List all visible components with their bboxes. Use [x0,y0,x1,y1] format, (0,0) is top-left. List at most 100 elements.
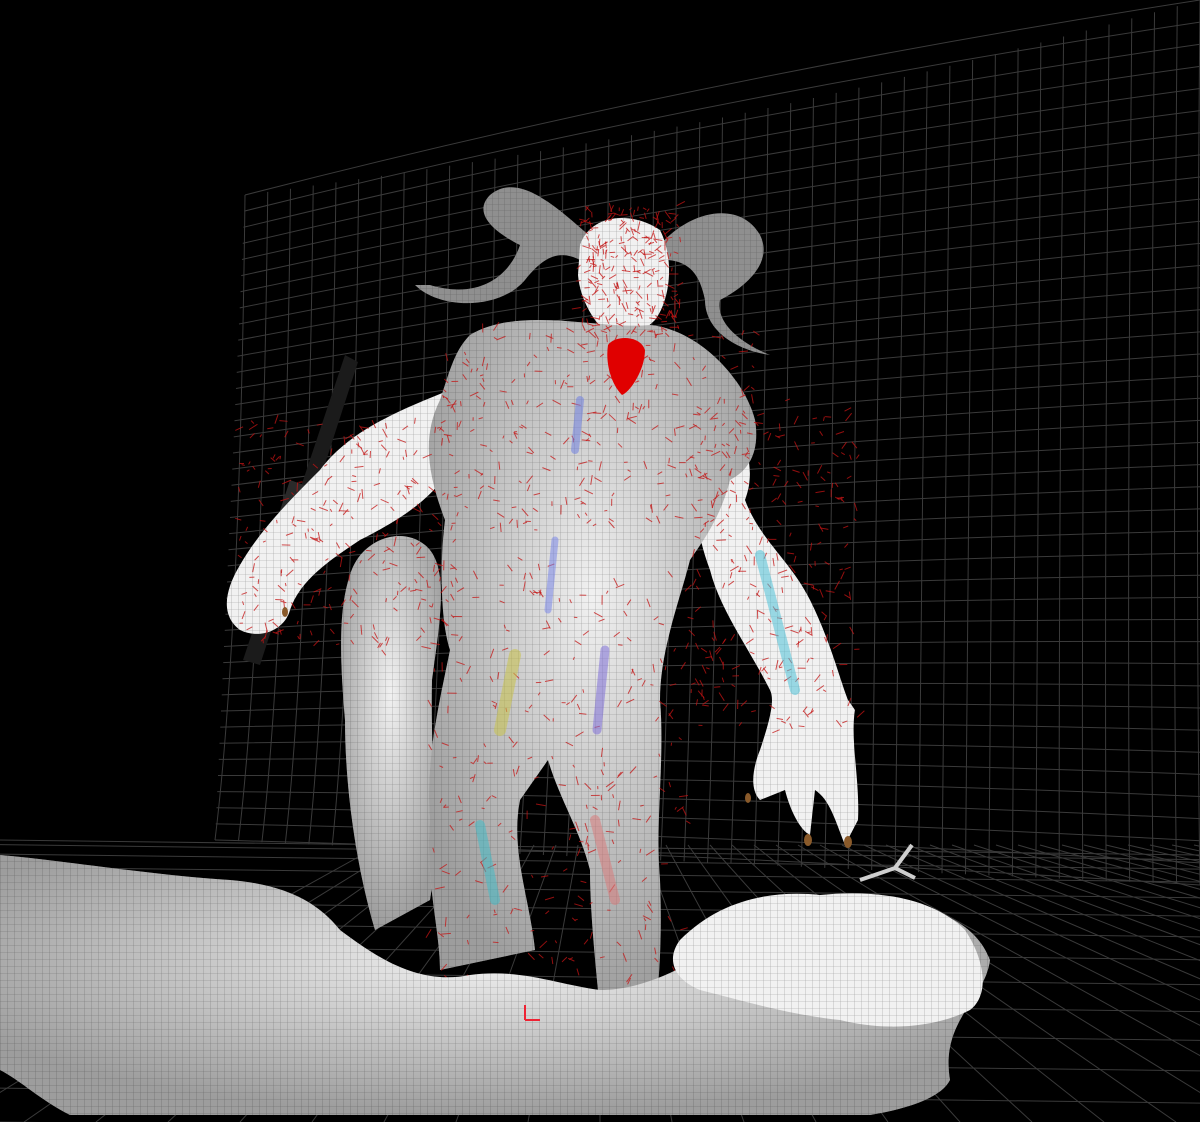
hair-fiber [538,953,544,959]
hair-fiber [664,666,667,671]
hair-fiber [528,332,531,340]
hair-fiber [339,557,343,568]
hair-fiber [527,952,535,961]
hair-fiber [621,209,625,215]
hair-fiber [819,588,824,598]
hair-fiber [673,648,677,652]
hair-fiber [323,570,326,574]
hair-fiber [659,313,666,316]
hair-fiber [685,820,691,825]
hair-fiber [849,626,855,635]
hair-fiber [793,415,799,425]
hair-fiber [825,634,828,642]
hair-fiber [310,595,314,604]
hair-fiber [731,684,736,688]
hair-fiber [851,441,858,449]
hair-fiber [358,425,364,432]
hair-fiber [650,684,654,686]
hair-fiber [297,635,300,640]
hair-fiber [843,525,849,529]
hair-fiber [845,412,853,422]
hair-fiber [290,602,296,609]
hair-fiber [561,956,568,963]
hair-fiber [699,679,704,687]
hair-fiber [481,807,485,810]
hair-fiber [846,475,852,480]
hair-fiber [702,696,705,700]
hair-fiber [264,470,270,475]
hair-fiber [837,496,845,499]
hair-fiber [637,206,639,211]
hair-fiber [585,217,590,222]
hair-fiber [313,639,320,647]
hair-fiber [296,620,299,625]
hair-fiber [721,355,726,360]
hair-fiber [607,212,615,215]
hair-fiber [267,427,274,430]
hair-fiber [329,628,335,635]
hair-fiber [668,781,672,788]
hair-fiber [839,568,843,571]
hair-fiber [407,485,413,488]
hair-fiber [684,584,692,592]
hair-fiber [694,516,703,519]
hair-fiber [545,910,550,915]
hair-fiber [674,309,679,318]
hair-fiber [854,502,858,512]
hair-fiber [672,966,676,972]
hair-fiber [664,210,672,220]
hair-fiber [776,493,782,500]
hair-fiber [721,677,725,683]
hair-fiber [676,201,686,207]
hair-fiber [815,490,825,494]
3d-viewport[interactable] [0,0,1200,1122]
hair-fiber [671,267,673,272]
hair-fiber [668,457,670,464]
rock-pillar [341,536,441,930]
hair-fiber [841,441,847,449]
hair-fiber [680,927,688,931]
hair-fiber [554,940,558,944]
hair-fiber [550,333,552,343]
hair-fiber [778,423,781,432]
hair-fiber [571,307,581,310]
hair-fiber [668,212,676,215]
hair-fiber [576,968,580,976]
hair-fiber [594,248,599,251]
hair-fiber [670,296,674,301]
hair-fiber [248,461,251,465]
hair-fiber [617,644,623,646]
hair-fiber [719,656,724,666]
hair-fiber [705,667,710,670]
hair-fiber [695,585,700,590]
hair-fiber [246,469,250,472]
hair-fiber [530,929,535,932]
hair-fiber [576,280,581,282]
hair-fiber [556,347,562,349]
hair-fiber [402,456,405,460]
hair-fiber [613,289,615,294]
hair-fiber [670,217,677,223]
hair-fiber [250,420,255,424]
hair-fiber [817,464,823,474]
hair-fiber [738,350,749,353]
hair-fiber [705,656,713,659]
hair-fiber [327,586,332,591]
hair-fiber [647,330,653,332]
hair-fiber [758,462,761,466]
hair-fiber [673,293,679,298]
hair-fiber [821,611,827,617]
hair-fiber [822,416,825,421]
hair-fiber [275,455,281,461]
hair-fiber [431,513,439,521]
hair-fiber [584,287,590,289]
hair-fiber [582,307,587,312]
hair-fiber [540,875,549,878]
hair-fiber [700,647,708,653]
hair-fiber [834,580,840,590]
hair-fiber [587,844,589,851]
hair-fiber [668,709,674,717]
hair-fiber [844,566,851,570]
hair-fiber [701,704,709,707]
hair-fiber [460,401,462,407]
